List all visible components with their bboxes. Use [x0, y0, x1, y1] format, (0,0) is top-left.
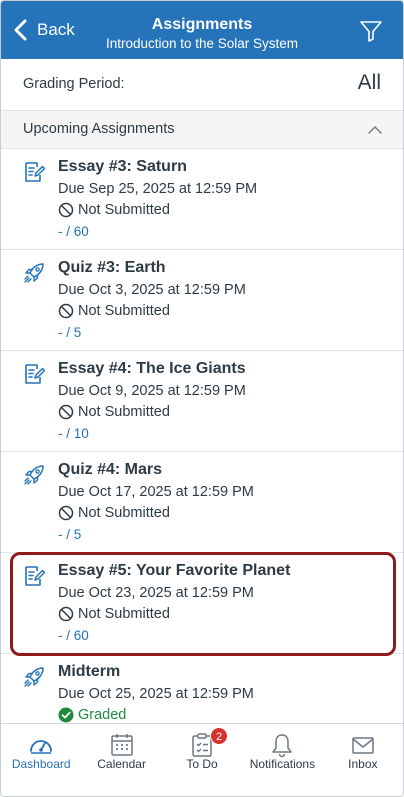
- not-submitted-icon: [58, 303, 74, 319]
- assignment-due-date: Due Oct 9, 2025 at 12:59 PM: [58, 383, 246, 399]
- not-submitted-icon: [58, 505, 74, 521]
- course-subtitle: Introduction to the Solar System: [105, 36, 299, 51]
- grading-period-row: Grading Period: All: [1, 59, 403, 111]
- envelope-icon: [352, 737, 374, 754]
- bell-icon: [272, 734, 293, 758]
- assignment-score: - / 60: [58, 224, 89, 239]
- assignment-due-date: Due Oct 17, 2025 at 12:59 PM: [58, 484, 254, 500]
- submission-status: Not Submitted: [58, 505, 170, 521]
- tab-label: Calendar: [97, 757, 146, 771]
- assignment-item[interactable]: Quiz #3: Earth Due Oct 3, 2025 at 12:59 …: [1, 250, 403, 351]
- assignment-title: Essay #4: The Ice Giants: [58, 360, 246, 377]
- assignment-icon: [25, 162, 45, 182]
- chevron-left-icon: [14, 19, 27, 41]
- assignment-item[interactable]: Essay #4: The Ice Giants Due Oct 9, 2025…: [1, 351, 403, 452]
- status-text: Not Submitted: [78, 606, 170, 622]
- assignment-icon: [25, 364, 45, 384]
- tab-dashboard[interactable]: Dashboard: [1, 724, 81, 796]
- dashboard-icon: [30, 740, 53, 754]
- submission-status: Not Submitted: [58, 202, 170, 218]
- back-button[interactable]: Back: [13, 1, 75, 59]
- bottom-tab-bar: Dashboard Calendar 2 To Do Notifications…: [1, 723, 403, 796]
- assignment-item[interactable]: Quiz #4: Mars Due Oct 17, 2025 at 12:59 …: [1, 452, 403, 553]
- assignment-due-date: Due Sep 25, 2025 at 12:59 PM: [58, 181, 258, 197]
- submission-status: Graded: [58, 707, 126, 723]
- status-text: Not Submitted: [78, 303, 170, 319]
- assignment-score: - / 5: [58, 527, 82, 542]
- not-submitted-icon: [58, 606, 74, 622]
- page-title: Assignments: [151, 16, 253, 33]
- assignment-title: Essay #3: Saturn: [58, 158, 187, 175]
- not-submitted-icon: [58, 202, 74, 218]
- assignment-title: Quiz #3: Earth: [58, 259, 166, 276]
- assignment-due-date: Due Oct 3, 2025 at 12:59 PM: [58, 282, 246, 298]
- tab-label: Inbox: [348, 757, 378, 771]
- title-block: Assignments Introduction to the Solar Sy…: [91, 15, 313, 52]
- grading-period-label: Grading Period:: [23, 76, 125, 92]
- assignment-list: Essay #3: Saturn Due Sep 25, 2025 at 12:…: [1, 149, 403, 723]
- assignment-score: - / 60: [58, 628, 89, 643]
- status-text: Graded: [78, 707, 127, 723]
- assignment-title: Midterm: [58, 663, 121, 680]
- quiz-rocket-icon: [24, 465, 44, 485]
- grading-period-select[interactable]: All: [358, 71, 381, 95]
- status-text: Not Submitted: [78, 202, 170, 218]
- tab-label: To Do: [186, 757, 218, 771]
- assignment-item[interactable]: Midterm Due Oct 25, 2025 at 12:59 PM Gra…: [1, 654, 403, 723]
- status-text: Not Submitted: [78, 404, 170, 420]
- back-label: Back: [37, 20, 75, 39]
- submission-status: Not Submitted: [58, 606, 170, 622]
- tab-todo[interactable]: 2 To Do: [162, 724, 242, 796]
- app-frame: Back Assignments Introduction to the Sol…: [0, 0, 404, 797]
- status-text: Not Submitted: [78, 505, 170, 521]
- assignment-item[interactable]: Essay #3: Saturn Due Sep 25, 2025 at 12:…: [1, 149, 403, 250]
- tab-notifications[interactable]: Notifications: [242, 724, 322, 796]
- not-submitted-icon: [58, 404, 74, 420]
- assignment-title: Essay #5: Your Favorite Planet: [58, 562, 291, 579]
- tab-label: Dashboard: [11, 757, 71, 771]
- tab-calendar[interactable]: Calendar: [81, 724, 161, 796]
- submission-status: Not Submitted: [58, 303, 170, 319]
- section-label: Upcoming Assignments: [23, 121, 175, 137]
- tab-inbox[interactable]: Inbox: [323, 724, 403, 796]
- assignment-due-date: Due Oct 23, 2025 at 12:59 PM: [58, 585, 254, 601]
- assignment-due-date: Due Oct 25, 2025 at 12:59 PM: [58, 686, 254, 702]
- quiz-rocket-icon: [24, 667, 44, 687]
- section-header-upcoming[interactable]: Upcoming Assignments: [1, 111, 403, 149]
- quiz-rocket-icon: [24, 263, 44, 283]
- todo-count-badge: 2: [210, 727, 229, 745]
- assignment-score: - / 5: [58, 325, 82, 340]
- nav-header: Back Assignments Introduction to the Sol…: [1, 1, 403, 59]
- calendar-icon: [110, 734, 133, 756]
- submission-status: Not Submitted: [58, 404, 170, 420]
- assignment-score: - / 10: [58, 426, 89, 441]
- assignment-title: Quiz #4: Mars: [58, 461, 163, 478]
- assignment-item[interactable]: Essay #5: Your Favorite Planet Due Oct 2…: [1, 553, 403, 654]
- filter-icon[interactable]: [359, 19, 383, 43]
- graded-check-icon: [58, 707, 74, 723]
- tab-label: Notifications: [249, 757, 316, 771]
- assignment-icon: [25, 566, 45, 586]
- chevron-up-icon[interactable]: [367, 122, 383, 138]
